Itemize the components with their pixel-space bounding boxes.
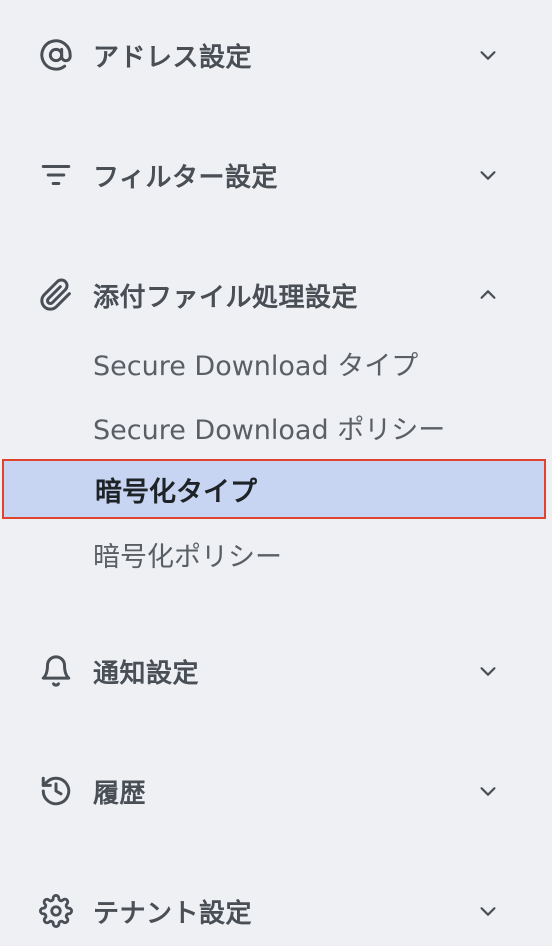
chevron-down-icon[interactable] (472, 775, 504, 807)
chevron-up-icon[interactable] (472, 279, 504, 311)
section-notification-settings[interactable]: 通知設定 (0, 643, 552, 699)
section-filter-settings[interactable]: フィルター設定 (0, 147, 552, 203)
section-label: 履歴 (93, 778, 147, 809)
sub-item-label: Secure Download ポリシー (93, 414, 446, 446)
sub-item-label: Secure Download タイプ (93, 350, 419, 382)
section-address-settings[interactable]: アドレス設定 (0, 27, 552, 83)
history-icon (38, 773, 74, 809)
chevron-down-icon[interactable] (472, 895, 504, 927)
sub-item-label: 暗号化タイプ (95, 476, 257, 508)
gear-icon (38, 893, 74, 929)
filter-icon (38, 157, 74, 193)
sub-item-secure-download-policy[interactable]: Secure Download ポリシー (0, 397, 552, 457)
sub-item-label: 暗号化ポリシー (93, 541, 282, 573)
paperclip-icon (38, 277, 74, 313)
sub-item-encryption-type[interactable]: 暗号化タイプ (2, 459, 546, 519)
section-label: フィルター設定 (93, 162, 278, 193)
at-sign-icon (38, 37, 74, 73)
section-label: 添付ファイル処理設定 (93, 282, 359, 313)
chevron-down-icon[interactable] (472, 159, 504, 191)
section-tenant-settings[interactable]: テナント設定 (0, 883, 552, 939)
section-label: 通知設定 (93, 658, 200, 689)
bell-icon (38, 653, 74, 689)
section-label: アドレス設定 (93, 42, 253, 73)
settings-nav: アドレス設定 フィルター設定 添付ファイル処理設定 Secure Downloa… (0, 0, 552, 946)
sub-item-encryption-policy[interactable]: 暗号化ポリシー (0, 524, 552, 584)
chevron-down-icon[interactable] (472, 39, 504, 71)
section-attachment-settings[interactable]: 添付ファイル処理設定 (0, 267, 552, 323)
section-history[interactable]: 履歴 (0, 763, 552, 819)
chevron-down-icon[interactable] (472, 655, 504, 687)
section-label: テナント設定 (93, 898, 253, 929)
sub-item-secure-download-type[interactable]: Secure Download タイプ (0, 333, 552, 393)
